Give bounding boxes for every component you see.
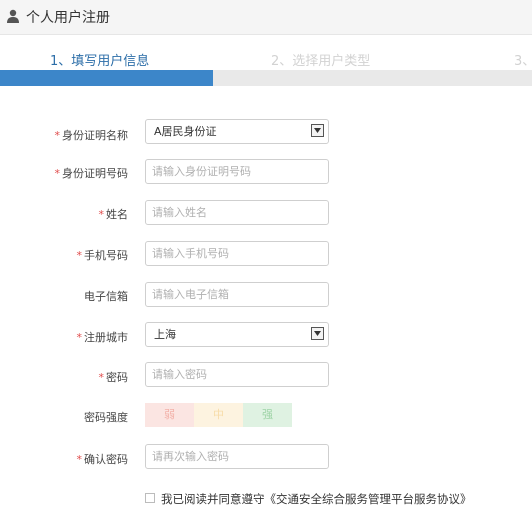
user-icon (7, 9, 19, 23)
password-label-text: 密码 (106, 371, 128, 384)
name-label-text: 姓名 (106, 208, 128, 221)
name-label: * 姓名 (99, 206, 129, 222)
city-label: * 注册城市 (77, 329, 129, 345)
required-mark: * (76, 453, 83, 466)
chevron-down-icon[interactable] (311, 327, 324, 340)
id-type-value: A居民身份证 (154, 125, 217, 138)
password-strength-meter: 弱 中 强 (145, 403, 292, 427)
step-progress-fill (0, 70, 213, 86)
required-mark: * (76, 249, 83, 262)
city-label-text: 注册城市 (84, 331, 128, 344)
agreement-text[interactable]: 我已阅读并同意遵守《交通安全综合服务管理平台服务协议》 (161, 491, 472, 507)
id-number-label: * 身份证明号码 (55, 165, 129, 181)
email-input[interactable] (145, 282, 329, 307)
name-input[interactable] (145, 200, 329, 225)
required-mark: * (76, 331, 83, 344)
id-number-label-text: 身份证明号码 (62, 167, 128, 180)
step-2-label: 2、选择用户类型 (271, 54, 371, 69)
id-type-select[interactable]: A居民身份证 (145, 119, 329, 144)
page-title: 个人用户注册 (26, 10, 110, 26)
agreement-checkbox[interactable] (145, 493, 155, 503)
confirm-label: * 确认密码 (77, 451, 129, 467)
confirm-password-input[interactable] (145, 444, 329, 469)
password-label: * 密码 (99, 369, 129, 385)
strength-label: 密码强度 (84, 409, 128, 425)
id-type-label-text: 身份证明名称 (62, 129, 128, 142)
city-select[interactable]: 上海 (145, 322, 329, 347)
email-label-text: 电子信箱 (84, 290, 128, 303)
strength-medium: 中 (194, 403, 243, 427)
phone-label-text: 手机号码 (84, 249, 128, 262)
city-value: 上海 (154, 328, 176, 341)
strength-weak: 弱 (145, 403, 194, 427)
step-1-label: 1、填写用户信息 (50, 54, 150, 69)
phone-input[interactable] (145, 241, 329, 266)
id-number-input[interactable] (145, 159, 329, 184)
phone-label: * 手机号码 (77, 247, 129, 263)
strength-strong: 强 (243, 403, 292, 427)
confirm-label-text: 确认密码 (84, 453, 128, 466)
required-mark: * (54, 167, 61, 180)
password-input[interactable] (145, 362, 329, 387)
required-mark: * (98, 371, 105, 384)
step-progress-bar (0, 70, 532, 86)
chevron-down-icon[interactable] (311, 124, 324, 137)
required-mark: * (54, 129, 61, 142)
strength-label-text: 密码强度 (84, 411, 128, 424)
page-header: 个人用户注册 (0, 0, 532, 35)
id-type-label: * 身份证明名称 (55, 127, 129, 143)
step-3-label: 3、 (514, 54, 532, 69)
required-mark: * (98, 208, 105, 221)
email-label: 电子信箱 (84, 288, 128, 304)
